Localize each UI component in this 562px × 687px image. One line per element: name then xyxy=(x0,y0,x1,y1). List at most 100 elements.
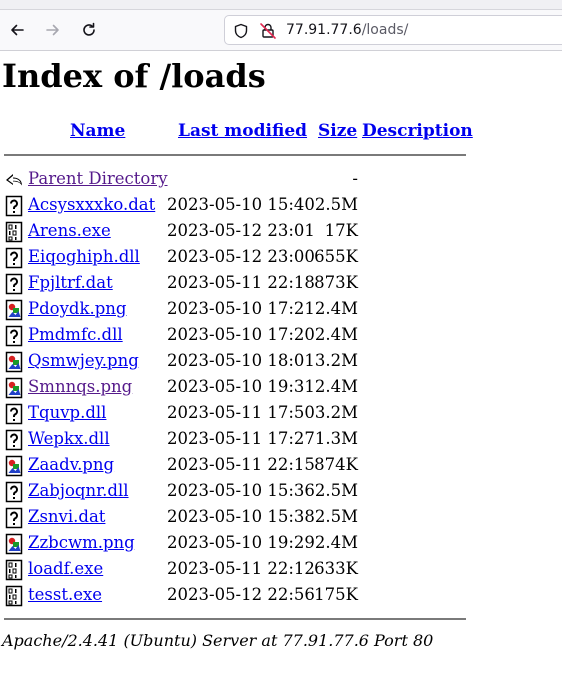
file-size: 17K xyxy=(324,221,358,240)
image-file-icon xyxy=(5,351,23,373)
file-size: 2.4M xyxy=(314,299,358,318)
unknown-file-icon xyxy=(5,429,23,451)
file-row: Fpjltrf.dat 2023-05-11 22:18 873K xyxy=(0,271,470,297)
file-link[interactable]: Smnnqs.png xyxy=(28,377,132,396)
file-row: Pmdmfc.dll 2023-05-10 17:20 2.4M xyxy=(0,323,470,349)
unknown-file-icon xyxy=(5,481,23,503)
file-last-modified: 2023-05-10 19:29 xyxy=(167,533,315,552)
file-size: 2.4M xyxy=(314,377,358,396)
file-link[interactable]: Wepkx.dll xyxy=(28,429,110,448)
file-link[interactable]: loadf.exe xyxy=(28,559,103,578)
arrow-left-icon xyxy=(11,24,24,36)
sort-by-size-link[interactable]: Size xyxy=(318,121,357,141)
file-link[interactable]: Zsnvi.dat xyxy=(28,507,105,526)
file-last-modified: 2023-05-10 18:01 xyxy=(167,351,315,370)
forward-button[interactable] xyxy=(39,16,67,44)
footer-divider xyxy=(4,618,466,620)
shield-icon[interactable] xyxy=(233,23,249,39)
file-row: Zzbcwm.png 2023-05-10 19:29 2.4M xyxy=(0,531,470,557)
page-title: Index of /loads xyxy=(2,57,266,95)
file-link[interactable]: Pdoydk.png xyxy=(28,299,126,318)
sort-by-description-link[interactable]: Description xyxy=(362,121,473,141)
file-size: 874K xyxy=(314,455,358,474)
sort-by-name-link[interactable]: Name xyxy=(70,121,125,141)
server-signature: Apache/2.4.41 (Ubuntu) Server at 77.91.7… xyxy=(2,631,434,650)
file-size: 2.5M xyxy=(314,481,358,500)
file-row: loadf.exe 2023-05-11 22:12 633K xyxy=(0,557,470,583)
unknown-file-icon xyxy=(5,247,23,269)
reload-button[interactable] xyxy=(75,16,103,44)
file-size: 2.5M xyxy=(314,507,358,526)
navigation-toolbar: 77.91.77.6/loads/ xyxy=(0,10,562,51)
image-file-icon xyxy=(5,455,23,477)
file-size: 2.4M xyxy=(314,325,358,344)
url-path: /loads/ xyxy=(361,22,409,38)
file-size: 3.2M xyxy=(314,403,358,422)
file-row: Pdoydk.png 2023-05-10 17:21 2.4M xyxy=(0,297,470,323)
file-last-modified: 2023-05-10 15:36 xyxy=(167,481,315,500)
file-last-modified: 2023-05-11 22:18 xyxy=(167,273,315,292)
file-last-modified: 2023-05-10 17:21 xyxy=(167,299,315,318)
file-link[interactable]: Eiqoghiph.dll xyxy=(28,247,140,266)
file-last-modified: 2023-05-11 22:12 xyxy=(167,559,315,578)
binary-file-icon xyxy=(5,559,23,581)
url-host: 77.91.77.6 xyxy=(286,22,362,38)
file-size: 3.2M xyxy=(314,351,358,370)
file-link[interactable]: Fpjltrf.dat xyxy=(28,273,113,292)
file-size: 873K xyxy=(314,273,358,292)
unknown-file-icon xyxy=(5,507,23,529)
file-size: 655K xyxy=(314,247,358,266)
unknown-file-icon xyxy=(5,325,23,347)
binary-file-icon xyxy=(5,585,23,607)
file-row: tesst.exe 2023-05-12 22:56 175K xyxy=(0,583,470,609)
binary-file-icon xyxy=(5,221,23,243)
file-row: Tquvp.dll 2023-05-11 17:50 3.2M xyxy=(0,401,470,427)
file-last-modified: 2023-05-10 19:31 xyxy=(167,377,315,396)
sort-by-last-modified-link[interactable]: Last modified xyxy=(178,121,307,141)
parent-directory-row: Parent Directory - xyxy=(0,167,470,193)
unknown-file-icon xyxy=(5,403,23,425)
file-link[interactable]: Zzbcwm.png xyxy=(28,533,135,552)
file-row: Smnnqs.png 2023-05-10 19:31 2.4M xyxy=(0,375,470,401)
back-button[interactable] xyxy=(3,16,31,44)
image-file-icon xyxy=(5,377,23,399)
file-last-modified: 2023-05-11 17:50 xyxy=(167,403,315,422)
file-link[interactable]: Tquvp.dll xyxy=(28,403,106,422)
unknown-file-icon xyxy=(5,273,23,295)
file-row: Zsnvi.dat 2023-05-10 15:38 2.5M xyxy=(0,505,470,531)
file-link[interactable]: Zaadv.png xyxy=(28,455,114,474)
back-arrow-icon xyxy=(6,174,22,186)
file-last-modified: 2023-05-12 23:00 xyxy=(167,247,315,266)
file-link[interactable]: tesst.exe xyxy=(28,585,102,604)
file-row: Zabjoqnr.dll 2023-05-10 15:36 2.5M xyxy=(0,479,470,505)
address-bar[interactable]: 77.91.77.6/loads/ xyxy=(224,15,562,45)
file-row: Wepkx.dll 2023-05-11 17:27 1.3M xyxy=(0,427,470,453)
file-size: 2.5M xyxy=(314,195,358,214)
file-row: Zaadv.png 2023-05-11 22:15 874K xyxy=(0,453,470,479)
file-link[interactable]: Qsmwjey.png xyxy=(28,351,139,370)
file-row: Arens.exe 2023-05-12 23:01 17K xyxy=(0,219,470,245)
file-link[interactable]: Pmdmfc.dll xyxy=(28,325,123,344)
file-row: Acsysxxxko.dat 2023-05-10 15:40 2.5M xyxy=(0,193,470,219)
file-last-modified: 2023-05-11 22:15 xyxy=(167,455,315,474)
parent-directory-link[interactable]: Parent Directory xyxy=(28,169,168,188)
image-file-icon xyxy=(5,299,23,321)
image-file-icon xyxy=(5,533,23,555)
file-row: Eiqoghiph.dll 2023-05-12 23:00 655K xyxy=(0,245,470,271)
url-text[interactable]: 77.91.77.6/loads/ xyxy=(286,22,408,38)
file-link[interactable]: Zabjoqnr.dll xyxy=(28,481,129,500)
insecure-lock-icon[interactable] xyxy=(259,22,277,40)
unknown-file-icon xyxy=(5,195,23,217)
file-last-modified: 2023-05-12 23:01 xyxy=(167,221,315,240)
file-last-modified: 2023-05-10 15:38 xyxy=(167,507,315,526)
file-size: 633K xyxy=(314,559,358,578)
reload-icon xyxy=(83,22,95,36)
tab-strip xyxy=(0,0,562,10)
file-link[interactable]: Arens.exe xyxy=(28,221,111,240)
file-last-modified: 2023-05-10 17:20 xyxy=(167,325,315,344)
file-link[interactable]: Acsysxxxko.dat xyxy=(28,195,155,214)
file-last-modified: 2023-05-10 15:40 xyxy=(167,195,315,214)
file-size: 175K xyxy=(314,585,358,604)
file-last-modified: 2023-05-11 17:27 xyxy=(167,429,315,448)
header-divider xyxy=(4,154,466,156)
